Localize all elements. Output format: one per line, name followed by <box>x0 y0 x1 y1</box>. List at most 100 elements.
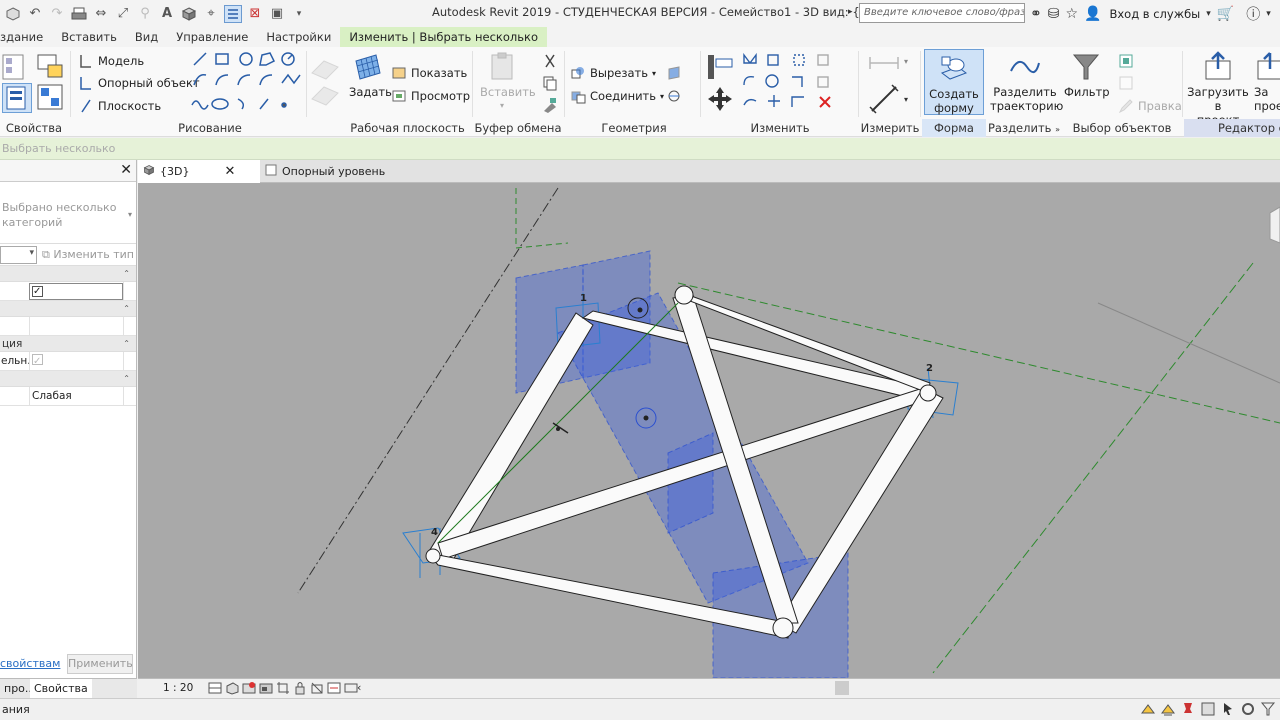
user-icon[interactable]: 👤 <box>1084 6 1101 22</box>
tab-insert[interactable]: Вставить <box>52 27 126 47</box>
select-icon-1[interactable] <box>1118 53 1134 69</box>
joint[interactable] <box>919 384 937 402</box>
properties-icon[interactable] <box>2 83 32 113</box>
search-expand-icon[interactable]: ▸ <box>848 7 853 17</box>
text-icon[interactable]: A <box>158 5 176 23</box>
cut-geometry-button[interactable]: Вырезать ▾ <box>570 65 656 81</box>
reference-plane-line[interactable] <box>515 242 569 249</box>
thin-lines-icon[interactable] <box>224 4 242 23</box>
property-value[interactable]: Слабая <box>29 387 123 406</box>
property-group[interactable]: ⌃ <box>0 266 136 282</box>
redo-icon[interactable]: ↷ <box>48 5 66 23</box>
reveal-hidden-icon[interactable] <box>327 681 341 695</box>
type-properties-icon[interactable] <box>2 53 30 81</box>
viewcube[interactable] <box>1269 206 1280 244</box>
joint[interactable] <box>772 617 794 639</box>
star-icon[interactable]: ☆ <box>1065 6 1078 22</box>
property-value[interactable] <box>29 317 123 336</box>
temporary-hide-icon[interactable] <box>310 681 324 695</box>
tab-create[interactable]: здание <box>0 27 52 47</box>
tab-ref-level[interactable]: Опорный уровень <box>260 160 390 183</box>
app-menu-icon[interactable] <box>4 5 22 23</box>
paste-button[interactable]: Вставить ▾ <box>480 51 536 113</box>
drawing-canvas[interactable]: 1 2 4 <box>138 183 1280 678</box>
joint[interactable] <box>425 548 441 564</box>
reference-plane-button[interactable]: Плоскость <box>78 98 161 114</box>
login-link[interactable]: Вход в службы <box>1109 7 1200 21</box>
dimension-dropdown-icon[interactable]: ▾ <box>904 95 908 104</box>
filter-button[interactable]: Фильтр <box>1064 51 1110 99</box>
measure-icon[interactable]: ⇔ <box>92 5 110 23</box>
close-icon[interactable]: ✕ <box>120 162 132 178</box>
tab-3d-view[interactable]: {3D} ✕ <box>138 160 260 183</box>
property-group[interactable]: ция ⌃ <box>0 336 136 352</box>
filter-status-icon[interactable] <box>1260 701 1276 717</box>
copy-icon[interactable] <box>542 75 558 91</box>
customize-qat-icon[interactable]: ▾ <box>290 5 308 23</box>
divide-path-button[interactable]: Разделить траекторию <box>990 51 1063 113</box>
login-dropdown-icon[interactable]: ▾ <box>1206 9 1211 19</box>
align-icon[interactable] <box>706 53 734 81</box>
property-group[interactable]: ⌃ <box>0 301 136 317</box>
reference-plane-line[interactable] <box>932 262 1254 674</box>
dimension-icon[interactable]: ⤢ <box>114 5 132 23</box>
collapse-icon[interactable]: ⌃ <box>123 371 130 387</box>
shadows-icon[interactable] <box>259 681 273 695</box>
joint[interactable] <box>674 285 694 305</box>
join-profiles-icon[interactable] <box>666 65 682 81</box>
show-workplane-button[interactable]: Показать <box>391 65 467 81</box>
3d-view-icon[interactable] <box>180 5 198 23</box>
edit-type-button[interactable]: ⧉ Изменить тип <box>42 248 134 262</box>
select-by-face-icon[interactable] <box>1200 701 1216 717</box>
drag-on-selection-icon[interactable] <box>1220 701 1236 717</box>
load-into-project-button[interactable]: Загрузить в проект <box>1186 51 1250 127</box>
print-icon[interactable] <box>70 5 88 23</box>
property-group[interactable]: ⌃ <box>0 371 136 387</box>
undo-icon[interactable]: ↶ <box>26 5 44 23</box>
checkbox[interactable] <box>32 284 43 299</box>
model-line-button[interactable]: Модель <box>78 53 144 69</box>
select-pinned-icon[interactable] <box>1180 701 1196 717</box>
frame-member[interactable] <box>777 387 944 634</box>
edit-button[interactable]: Правка <box>1118 98 1182 114</box>
section-icon[interactable]: ⌖ <box>202 5 220 23</box>
select-underlay-icon[interactable] <box>1160 701 1176 717</box>
family-category-icon[interactable] <box>36 83 64 111</box>
create-form-button[interactable]: Создать форму <box>924 49 984 115</box>
crop-view-icon[interactable] <box>276 681 290 695</box>
chevron-down-icon[interactable]: ▾ <box>128 210 132 219</box>
tab-addins[interactable]: Настройки <box>257 27 340 47</box>
close-icon[interactable]: ✕ <box>224 164 235 179</box>
collapse-icon[interactable]: ⌃ <box>123 266 130 282</box>
tab-view[interactable]: Вид <box>126 27 167 47</box>
measure-distance-icon[interactable] <box>868 53 900 73</box>
cart-icon[interactable]: 🛒 <box>1217 6 1234 22</box>
family-types-icon[interactable] <box>36 53 64 81</box>
model-viewport[interactable]: 1 2 4 <box>138 183 1280 678</box>
select-links-icon[interactable] <box>1140 701 1156 717</box>
detail-level-icon[interactable] <box>208 681 222 695</box>
collapse-icon[interactable]: ⌃ <box>123 301 130 317</box>
switch-windows-icon[interactable]: ▣ <box>268 5 286 23</box>
lock-view-icon[interactable] <box>293 681 307 695</box>
subscription-icon[interactable]: ⛁ <box>1048 6 1060 22</box>
search-input[interactable]: Введите ключевое слово/фразу <box>859 3 1025 23</box>
close-hidden-icon[interactable]: ⊠ <box>246 5 264 23</box>
aligned-dimension-icon[interactable] <box>868 83 900 115</box>
workplane-viewer-button[interactable]: Просмотр <box>391 88 470 104</box>
chevron-left-icon[interactable]: ‹ <box>357 681 361 694</box>
match-properties-icon[interactable] <box>542 97 558 113</box>
cut-icon[interactable] <box>542 53 558 69</box>
apply-button[interactable]: Применить <box>67 654 133 674</box>
instance-filter-dropdown[interactable] <box>0 246 37 264</box>
type-selector[interactable]: Выбрано несколько категорий ▾ <box>0 182 136 244</box>
properties-help-link[interactable]: свойствам <box>0 657 60 670</box>
property-value[interactable] <box>29 283 123 300</box>
analytical-model-icon[interactable] <box>344 681 358 695</box>
measure-dropdown-icon[interactable]: ▾ <box>904 57 908 66</box>
settings-icon[interactable] <box>1240 701 1256 717</box>
visual-style-icon[interactable] <box>225 681 239 695</box>
tag-icon[interactable]: ⚲ <box>136 5 154 23</box>
sun-path-icon[interactable] <box>242 681 256 695</box>
split-face-icon[interactable] <box>666 88 682 104</box>
